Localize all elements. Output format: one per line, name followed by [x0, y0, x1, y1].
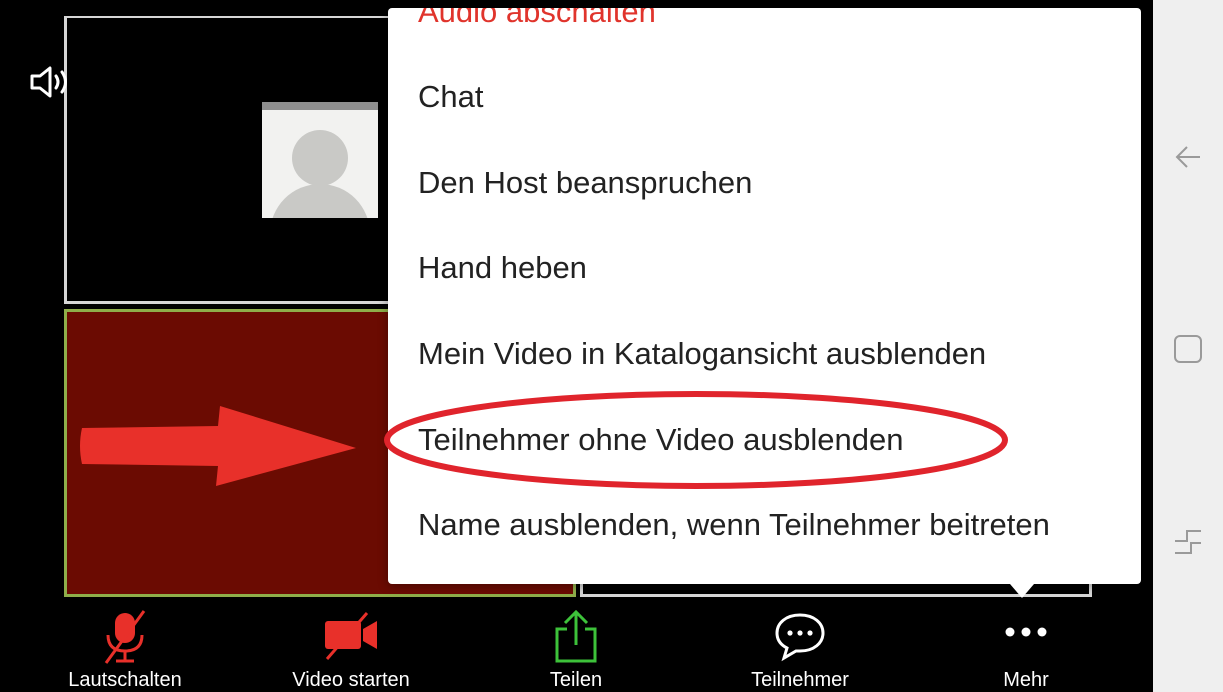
- camera-off-icon: [319, 609, 383, 668]
- menu-item-audio-off[interactable]: Audio abschalten: [418, 8, 656, 32]
- more-dots-icon: [1001, 625, 1051, 644]
- mute-button[interactable]: Lautschalten: [40, 601, 210, 692]
- share-upload-icon: [551, 609, 601, 670]
- share-button[interactable]: Teilen: [516, 601, 636, 692]
- menu-item-raise-hand[interactable]: Hand heben: [418, 248, 587, 288]
- recents-icon[interactable]: [1173, 527, 1203, 557]
- home-square-icon[interactable]: [1173, 334, 1203, 364]
- participant-avatar: [262, 102, 378, 218]
- more-label: Mehr: [1003, 669, 1049, 691]
- video-start-button[interactable]: Video starten: [266, 601, 436, 692]
- mute-label: Lautschalten: [68, 669, 182, 691]
- annotation-arrow-icon: [80, 406, 356, 486]
- more-menu: Audio abschalten Chat Den Host beanspruc…: [388, 8, 1141, 584]
- menu-item-chat[interactable]: Chat: [418, 77, 483, 117]
- back-arrow-icon[interactable]: [1173, 142, 1203, 172]
- menu-item-hide-names[interactable]: Name ausblenden, wenn Teilnehmer beitret…: [418, 505, 1050, 545]
- participants-label: Teilnehmer: [751, 669, 849, 691]
- more-button[interactable]: Mehr: [976, 601, 1076, 692]
- chat-bubble-icon: [772, 609, 828, 668]
- speaker-icon[interactable]: [26, 64, 78, 100]
- menu-item-claim-host[interactable]: Den Host beanspruchen: [418, 163, 752, 203]
- mic-muted-icon: [98, 609, 152, 670]
- menu-caret: [1010, 584, 1034, 598]
- menu-item-hide-no-video[interactable]: Teilnehmer ohne Video ausblenden: [418, 420, 903, 460]
- menu-item-hide-my-video[interactable]: Mein Video in Katalogansicht ausblenden: [418, 334, 986, 374]
- share-label: Teilen: [549, 669, 603, 691]
- video-start-label: Video starten: [292, 669, 410, 691]
- participants-button[interactable]: Teilnehmer: [730, 601, 870, 692]
- meeting-toolbar: Lautschalten Video starten Teilen Teilne…: [0, 601, 1153, 692]
- android-nav-bar: [1153, 0, 1223, 692]
